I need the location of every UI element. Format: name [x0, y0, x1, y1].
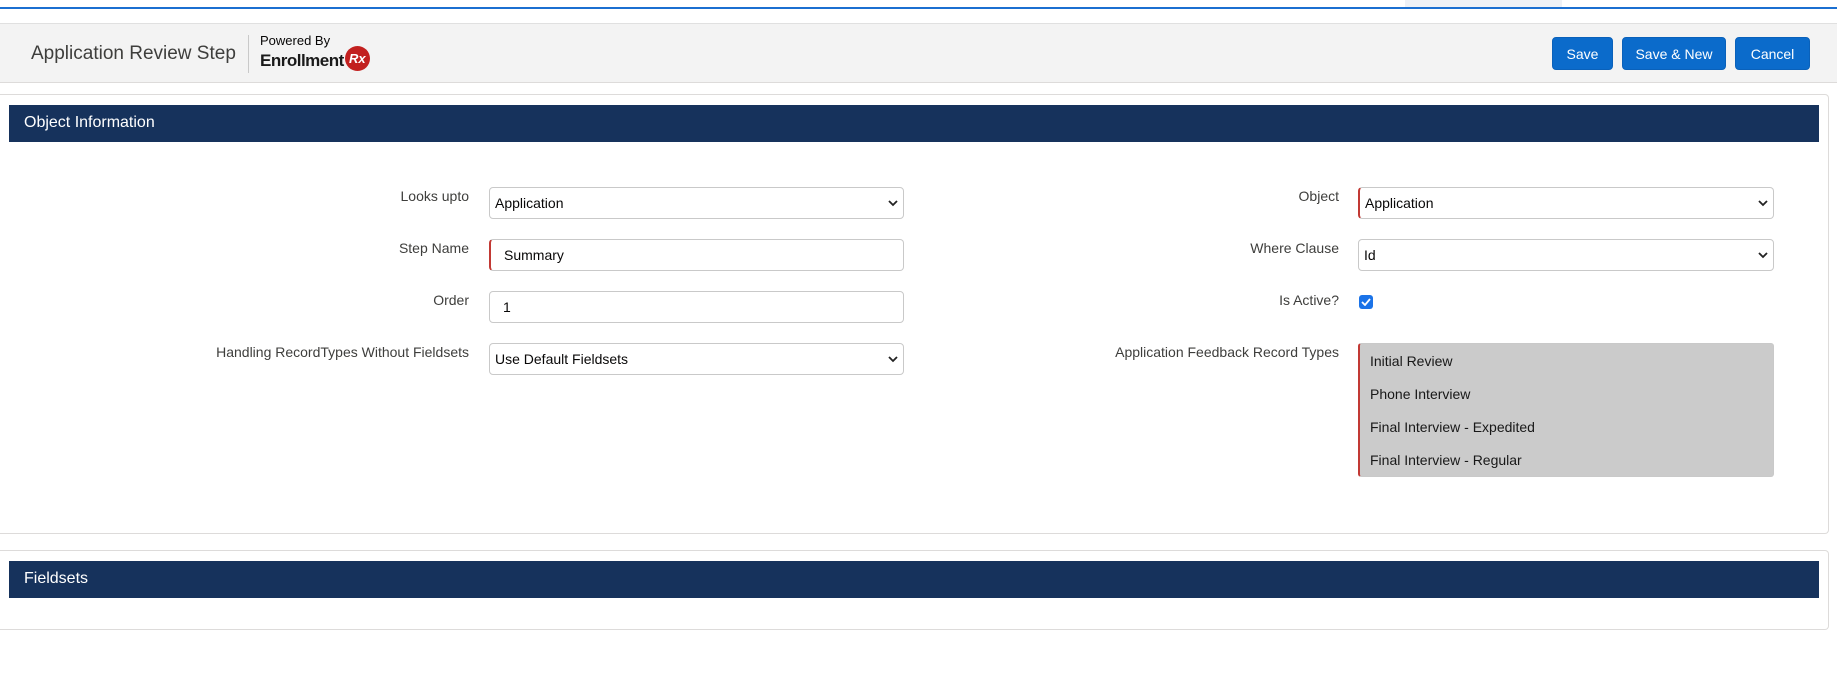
powered-by-label: Powered By	[260, 33, 331, 48]
where-clause-value: Id	[1364, 247, 1376, 263]
logo-text: Enrollment	[260, 51, 344, 70]
object-information-header: Object Information	[9, 105, 1819, 142]
looks-upto-value: Application	[495, 195, 564, 211]
checkmark-icon	[1361, 298, 1371, 306]
powered-by-logo: Powered By Enrollment Rx	[260, 34, 370, 71]
where-clause-label: Where Clause	[1250, 240, 1339, 256]
feedback-record-types-label: Application Feedback Record Types	[1115, 344, 1339, 360]
chevron-down-icon	[1753, 199, 1773, 207]
fieldsets-card: Fieldsets	[0, 550, 1829, 630]
order-label: Order	[433, 292, 469, 308]
step-name-label: Step Name	[398, 240, 469, 256]
top-tab-highlight	[1405, 0, 1562, 7]
fieldsets-header: Fieldsets	[9, 561, 1819, 598]
page-title: Application Review Step	[31, 43, 236, 64]
header-divider	[248, 35, 249, 73]
handling-recordtypes-value: Use Default Fieldsets	[495, 351, 629, 367]
step-name-value: Summary	[504, 247, 564, 263]
save-button[interactable]: Save	[1552, 37, 1613, 70]
chevron-down-icon	[883, 199, 903, 207]
order-value: 1	[503, 299, 511, 315]
listbox-item[interactable]: Final Interview - Regular	[1370, 452, 1522, 468]
object-label: Object	[1298, 188, 1339, 204]
listbox-item[interactable]: Initial Review	[1370, 353, 1452, 369]
is-active-label: Is Active?	[1279, 292, 1339, 308]
listbox-item[interactable]: Phone Interview	[1370, 386, 1470, 402]
looks-upto-select[interactable]: Application	[489, 187, 904, 219]
listbox-item[interactable]: Final Interview - Expedited	[1370, 419, 1535, 435]
object-select[interactable]: Application	[1358, 187, 1774, 219]
step-name-input[interactable]: Summary	[489, 239, 904, 271]
handling-recordtypes-select[interactable]: Use Default Fieldsets	[489, 343, 904, 375]
page-header: Application Review Step Powered By Enrol…	[0, 23, 1837, 83]
cancel-button[interactable]: Cancel	[1735, 37, 1810, 70]
enrollmentrx-logo: Enrollment Rx	[260, 46, 370, 71]
chevron-down-icon	[883, 355, 903, 363]
top-accent-line	[0, 7, 1837, 9]
logo-badge: Rx	[344, 46, 370, 71]
handling-recordtypes-label: Handling RecordTypes Without Fieldsets	[216, 344, 469, 360]
where-clause-select[interactable]: Id	[1358, 239, 1774, 271]
is-active-checkbox[interactable]	[1359, 295, 1373, 309]
chevron-down-icon	[1753, 251, 1773, 259]
feedback-record-types-listbox[interactable]: Initial Review Phone Interview Final Int…	[1358, 343, 1774, 477]
looks-upto-label: Looks upto	[400, 188, 470, 204]
object-value: Application	[1365, 195, 1434, 211]
order-input[interactable]: 1	[489, 291, 904, 323]
save-and-new-button[interactable]: Save & New	[1622, 37, 1726, 70]
